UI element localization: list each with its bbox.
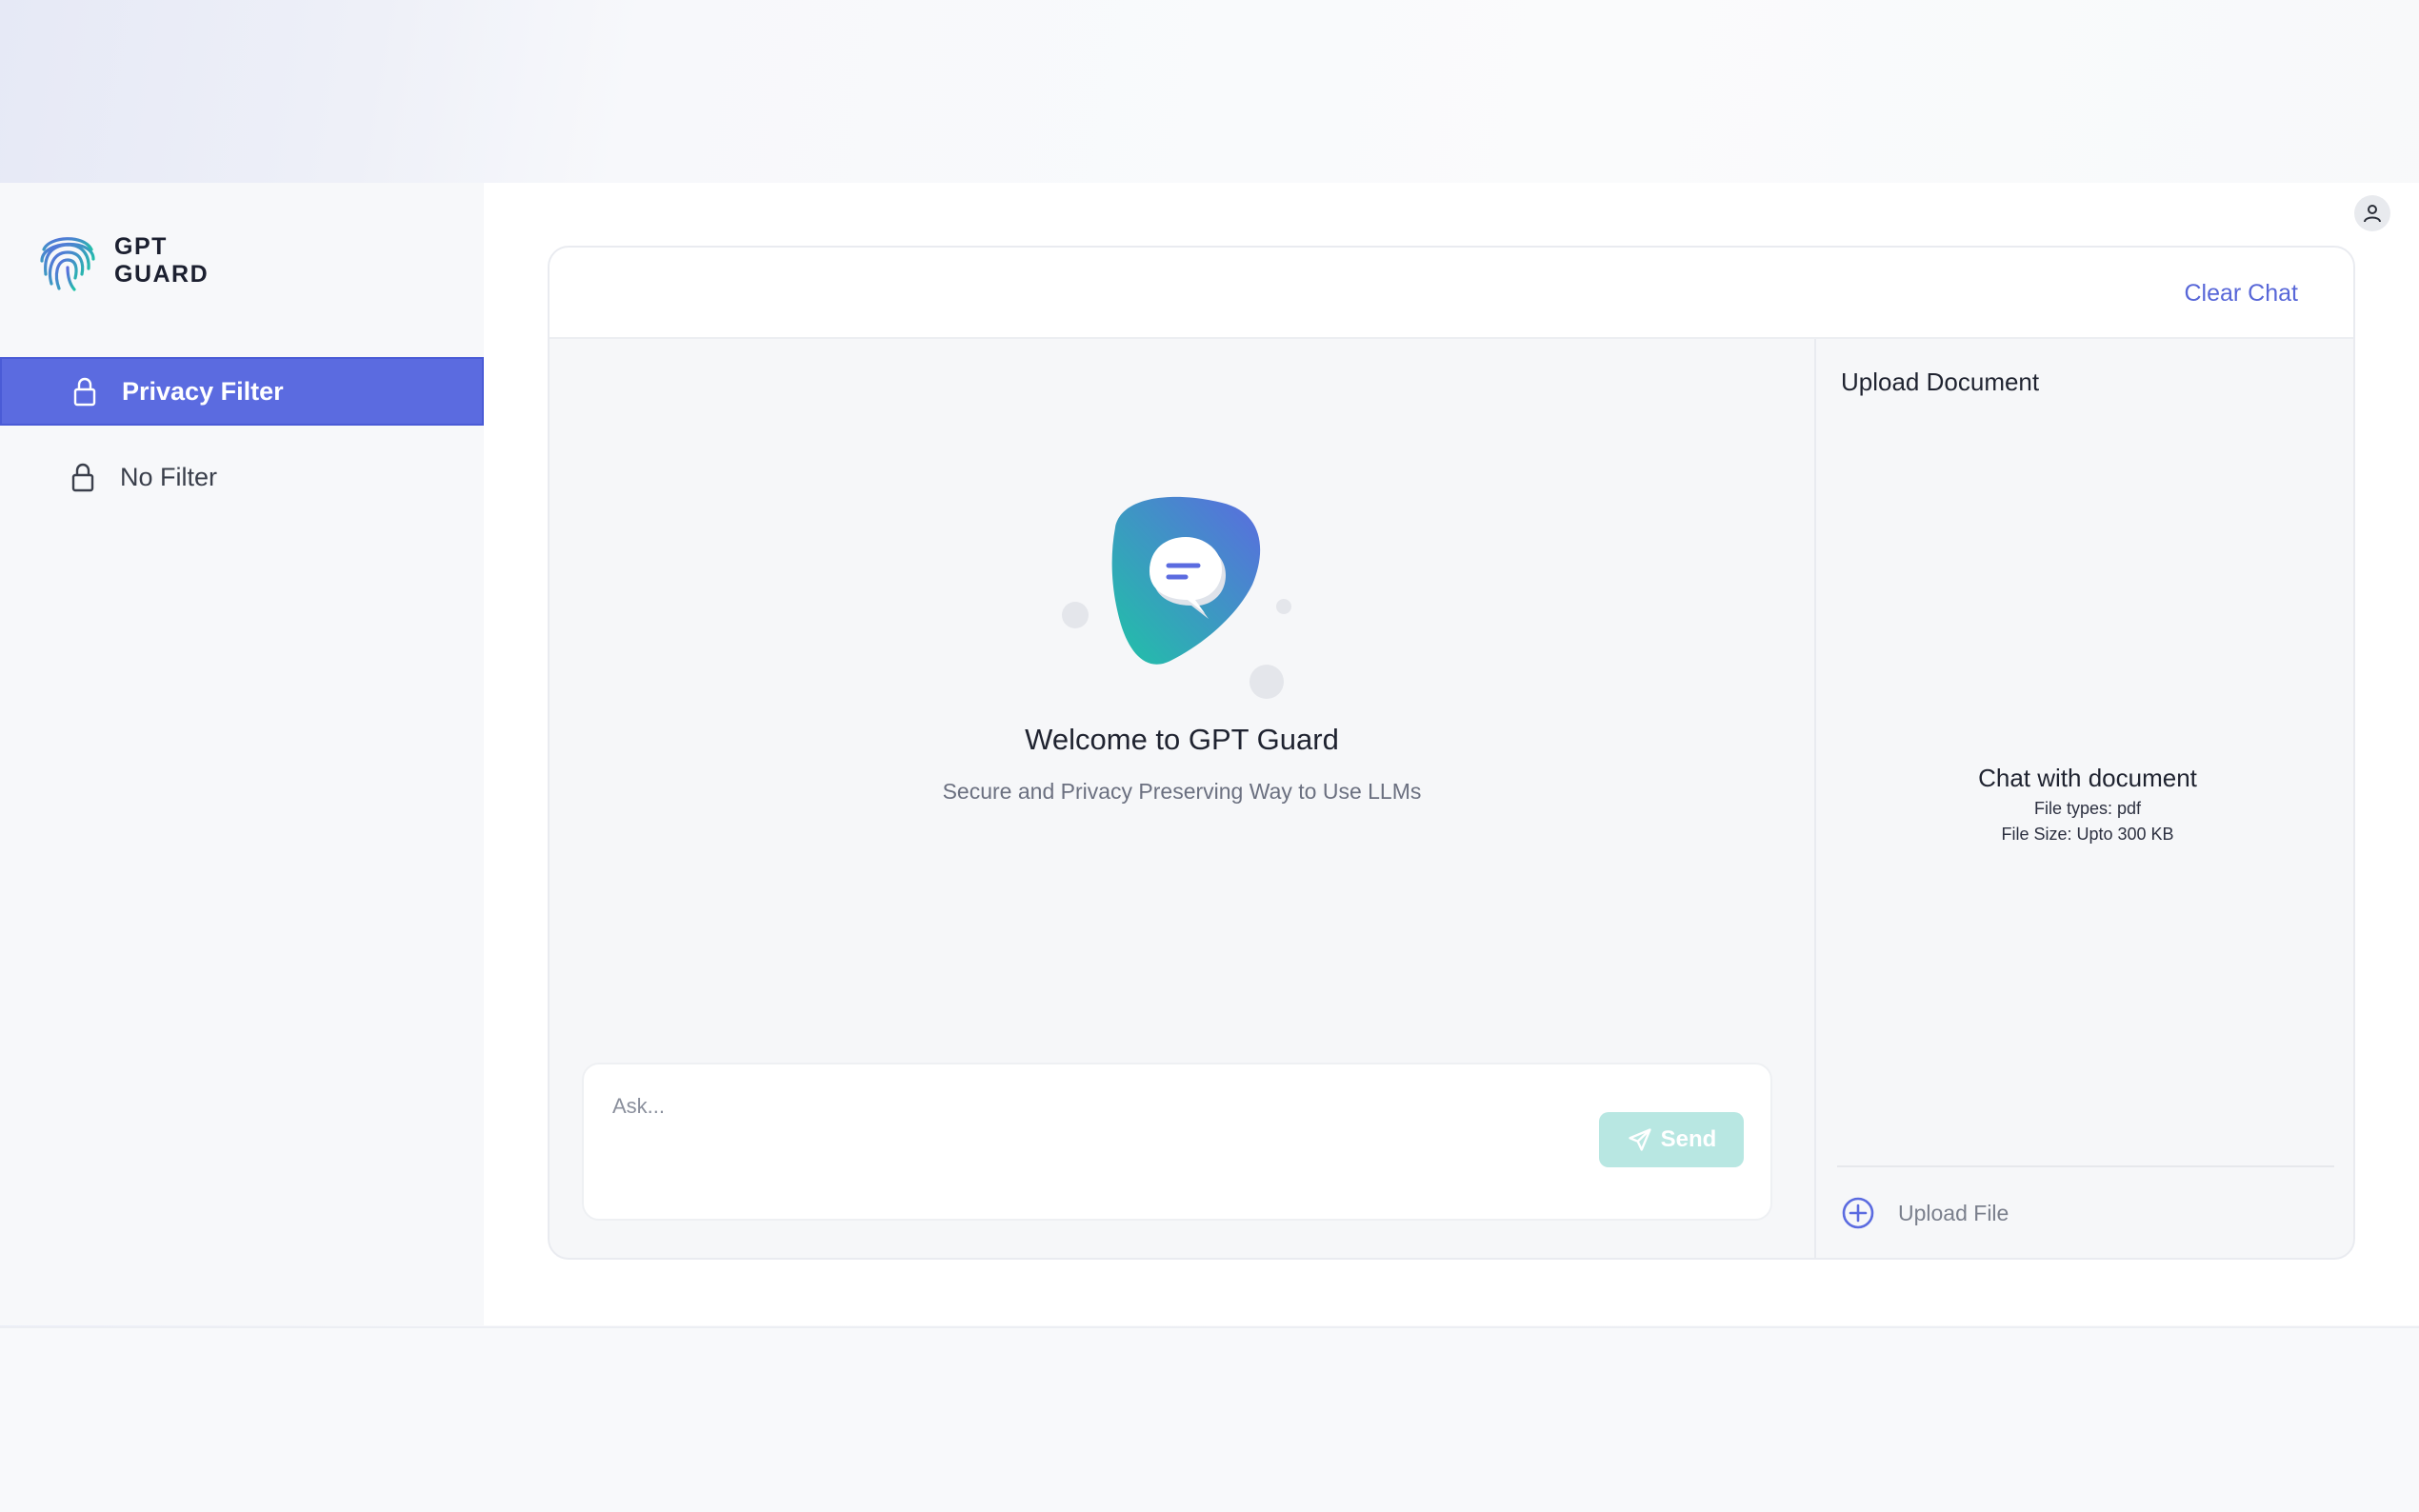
sidebar: GPT GUARD Privacy Filter No Filter [0, 183, 484, 1325]
fingerprint-icon [40, 237, 95, 291]
welcome-subtitle: Secure and Privacy Preserving Way to Use… [942, 779, 1422, 804]
sidebar-item-privacy-filter[interactable]: Privacy Filter [0, 357, 484, 426]
footer-band [0, 1326, 2419, 1512]
send-button[interactable]: Send [1599, 1112, 1744, 1167]
divider [1837, 1165, 2334, 1167]
upload-panel: Upload Document Chat with document File … [1814, 339, 2353, 1258]
sidebar-item-no-filter[interactable]: No Filter [0, 443, 484, 511]
send-icon [1628, 1128, 1651, 1151]
lock-icon [69, 375, 101, 408]
app-window: GPT GUARD Privacy Filter No Filter Clear… [0, 183, 2419, 1325]
clear-chat-button[interactable]: Clear Chat [2185, 280, 2299, 308]
brand-line-2: GUARD [114, 261, 210, 288]
composer: Send [582, 1063, 1772, 1221]
document-info-title: Chat with document [1978, 764, 2197, 792]
ask-input[interactable] [612, 1087, 1565, 1125]
chat-card: Clear Chat Welcome to GPT Guard Secure a… [548, 246, 2355, 1260]
upload-file-label: Upload File [1898, 1200, 2009, 1225]
sidebar-item-label: No Filter [120, 462, 218, 491]
sidebar-item-label: Privacy Filter [122, 376, 284, 406]
logo[interactable]: GPT GUARD [38, 229, 209, 293]
file-size-text: File Size: Upto 300 KB [2001, 825, 2174, 844]
user-icon[interactable] [2354, 195, 2390, 231]
send-label: Send [1660, 1126, 1717, 1152]
lock-icon [67, 461, 99, 493]
brand-name: GPT GUARD [114, 233, 209, 288]
document-info: Chat with document File types: pdf File … [1816, 764, 2353, 845]
upload-title: Upload Document [1841, 368, 2040, 396]
upload-file-button[interactable]: Upload File [1841, 1196, 2009, 1230]
plus-circle-icon [1842, 1197, 1874, 1229]
file-types-text: File types: pdf [2033, 799, 2142, 818]
brand-line-1: GPT [114, 233, 168, 260]
chat-area: Welcome to GPT Guard Secure and Privacy … [550, 339, 1814, 1258]
welcome-title: Welcome to GPT Guard [1025, 723, 1339, 756]
chat-bubble-illustration [1062, 496, 1291, 699]
chat-header: Clear Chat [550, 248, 2353, 339]
